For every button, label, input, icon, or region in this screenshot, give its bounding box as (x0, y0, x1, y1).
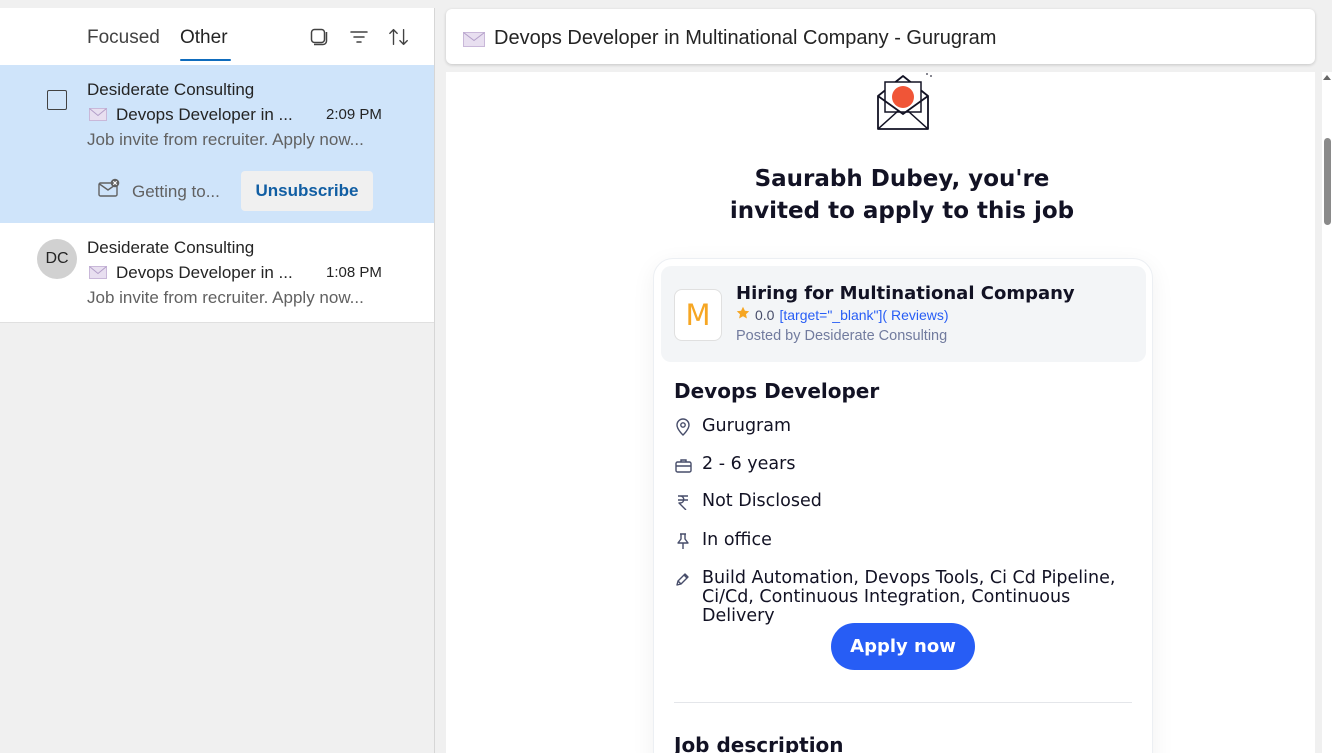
divider (674, 702, 1132, 703)
avatar: DC (37, 239, 77, 279)
reading-pane-body: Saurabh Dubey, you're invited to apply t… (446, 72, 1315, 753)
mail-time: 2:09 PM (326, 106, 382, 123)
sender-name: Desiderate Consulting (87, 238, 255, 257)
tab-other[interactable]: Other (180, 27, 228, 49)
company-section: M Hiring for Multinational Company 0.0 [… (661, 266, 1146, 362)
briefcase-icon (674, 455, 692, 475)
location-text: Gurugram (702, 416, 792, 436)
pin-icon (674, 531, 692, 551)
scrollbar-thumb[interactable] (1324, 138, 1331, 225)
mail-subject: Devops Developer in ... (116, 263, 293, 282)
location-pin-icon (674, 417, 692, 437)
scroll-up-arrow[interactable] (1323, 75, 1331, 80)
salary-row: Not Disclosed (674, 492, 1142, 512)
job-title: Devops Developer (674, 379, 880, 403)
unsubscribe-button[interactable]: Unsubscribe (241, 171, 373, 211)
mail-category-label: Getting to... (132, 182, 220, 201)
mail-preview: Job invite from recruiter. Apply now... (87, 130, 364, 149)
skills-row: Build Automation, Devops Tools, Ci Cd Pi… (674, 569, 1142, 626)
mail-category-icon (98, 178, 122, 203)
active-tab-indicator (180, 59, 231, 61)
rating-row: 0.0 [target="_blank"]( Reviews) (736, 306, 949, 323)
tab-focused[interactable]: Focused (87, 27, 160, 49)
envelope-illustration-icon (876, 72, 936, 137)
company-logo: M (674, 289, 722, 341)
reviews-link[interactable]: [target="_blank"]( Reviews) (779, 307, 948, 323)
message-list-header: Focused Other (0, 8, 434, 65)
envelope-icon (89, 266, 107, 279)
sender-name: Desiderate Consulting (87, 80, 255, 99)
list-item[interactable]: DC Desiderate Consulting Devops Develope… (0, 223, 434, 323)
rupee-icon (674, 492, 692, 512)
rating-value: 0.0 (755, 306, 775, 323)
star-icon (736, 306, 750, 323)
salary-text: Not Disclosed (702, 491, 822, 511)
message-list-pane: Focused Other Desiderate Consulting Devo… (0, 8, 434, 753)
company-name: Hiring for Multinational Company (736, 283, 1075, 304)
work-mode-text: In office (702, 530, 772, 550)
mail-preview: Job invite from recruiter. Apply now... (87, 288, 364, 307)
job-card: M Hiring for Multinational Company 0.0 [… (653, 258, 1153, 753)
select-mode-icon[interactable] (308, 26, 330, 48)
reading-pane-header: Devops Developer in Multinational Compan… (446, 9, 1315, 64)
envelope-icon (463, 32, 485, 52)
envelope-icon (89, 108, 107, 121)
list-item[interactable]: Desiderate Consulting Devops Developer i… (0, 65, 434, 223)
experience-text: 2 - 6 years (702, 454, 796, 474)
filter-icon[interactable] (348, 26, 370, 48)
posted-by: Posted by Desiderate Consulting (736, 328, 948, 344)
location-row: Gurugram (674, 417, 1142, 437)
skills-text: Build Automation, Devops Tools, Ci Cd Pi… (702, 568, 1116, 626)
pen-icon (674, 569, 692, 589)
select-checkbox[interactable] (47, 90, 67, 110)
headline-line-1: Saurabh Dubey, you're (754, 166, 1050, 192)
reading-subject: Devops Developer in Multinational Compan… (494, 27, 997, 49)
sort-icon[interactable] (388, 26, 410, 48)
mail-subject: Devops Developer in ... (116, 105, 293, 124)
job-description-heading: Job description (674, 733, 844, 753)
pane-divider[interactable] (434, 8, 435, 753)
experience-row: 2 - 6 years (674, 455, 1142, 475)
work-mode-row: In office (674, 531, 1142, 551)
apply-now-button[interactable]: Apply now (831, 623, 975, 670)
headline-line-2: invited to apply to this job (729, 198, 1075, 224)
invite-headline: Saurabh Dubey, you're invited to apply t… (446, 163, 1315, 227)
mail-time: 1:08 PM (326, 264, 382, 281)
